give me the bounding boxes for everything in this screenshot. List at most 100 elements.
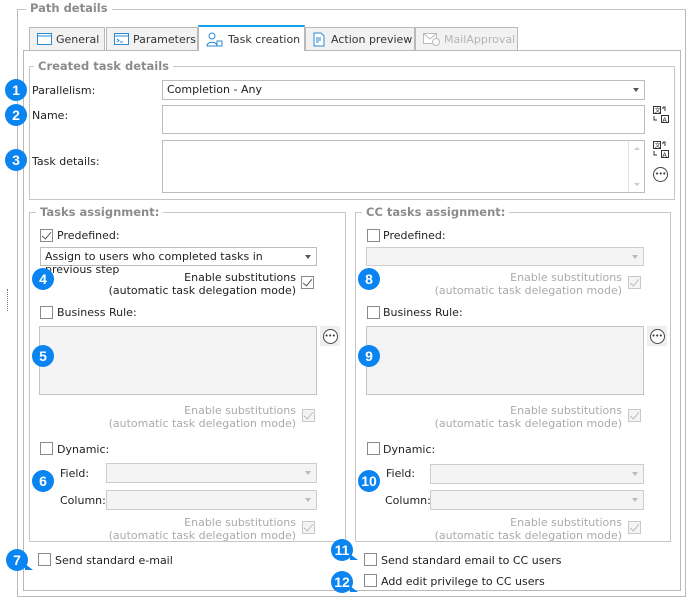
substitutions-line2: (automatic task delegation mode) <box>434 529 622 542</box>
tab-task-creation-label: Task creation <box>228 32 301 46</box>
substitutions-line1: Enable substitutions <box>510 516 622 529</box>
badge-7: 7 <box>6 549 33 571</box>
mail-check-icon <box>423 32 440 46</box>
svg-text:文: 文 <box>655 107 661 115</box>
cc-field-select[interactable] <box>430 464 644 484</box>
cc-enable-substitutions-label: Enable substitutions (automatic task del… <box>426 271 622 297</box>
business-rule-checkbox[interactable] <box>40 306 53 319</box>
tab-mailapproval[interactable]: MailApproval <box>415 27 518 50</box>
chevron-down-icon <box>305 471 311 475</box>
path-details-title: Path details <box>26 1 112 15</box>
cc-enable-substitutions-label: Enable substitutions (automatic task del… <box>426 516 622 542</box>
enable-substitutions-label: Enable substitutions (automatic task del… <box>100 271 296 297</box>
business-rule-label: Business Rule: <box>57 306 137 319</box>
field-select[interactable] <box>106 463 317 483</box>
cc-predefined-select[interactable] <box>366 247 644 266</box>
enable-substitutions-checkbox[interactable] <box>302 409 315 422</box>
scroll-down-icon[interactable] <box>634 183 640 186</box>
substitutions-line1: Enable substitutions <box>184 404 296 417</box>
substitutions-line1: Enable substitutions <box>510 404 622 417</box>
cc-dynamic-label: Dynamic: <box>383 443 436 456</box>
enable-substitutions-checkbox[interactable] <box>302 521 315 534</box>
scrollbar[interactable] <box>628 141 644 192</box>
cc-column-select[interactable] <box>430 490 644 510</box>
tab-mailapproval-label: MailApproval <box>444 32 516 46</box>
enable-substitutions-checkbox[interactable] <box>301 276 314 289</box>
chevron-down-icon <box>632 498 638 502</box>
add-edit-privilege-cc-checkbox[interactable] <box>364 574 377 587</box>
cc-field-label: Field: <box>386 467 416 480</box>
chevron-down-icon <box>633 88 639 92</box>
badge-8: 8 <box>358 268 380 290</box>
translate-icon[interactable]: 文 A <box>653 106 669 124</box>
send-standard-email-label: Send standard e-mail <box>55 554 173 567</box>
parallelism-select[interactable]: Completion - Any <box>162 80 645 100</box>
tab-parameters[interactable]: Parameters <box>106 27 198 50</box>
substitutions-line1: Enable substitutions <box>510 271 622 284</box>
tab-general[interactable]: General <box>29 27 105 50</box>
parallelism-value: Completion - Any <box>167 83 262 96</box>
cc-business-rule-checkbox[interactable] <box>367 306 380 319</box>
cc-predefined-label: Predefined: <box>383 229 446 242</box>
cc-business-rule-more-button[interactable]: ••• <box>647 326 667 346</box>
badge-11: 11 <box>331 539 358 561</box>
badge-2: 2 <box>5 104 27 126</box>
substitutions-line2: (automatic task delegation mode) <box>108 529 296 542</box>
more-options-icon: ••• <box>322 328 338 344</box>
cc-enable-substitutions-checkbox[interactable] <box>628 521 641 534</box>
substitutions-line2: (automatic task delegation mode) <box>434 284 622 297</box>
cc-business-rule-label: Business Rule: <box>383 306 463 319</box>
tab-task-creation[interactable]: Task creation <box>198 25 305 51</box>
badge-6: 6 <box>32 470 54 492</box>
badge-3: 3 <box>5 149 27 171</box>
translate-icon[interactable]: 文 A <box>653 141 669 159</box>
name-input[interactable] <box>162 105 645 134</box>
field-label: Field: <box>60 467 90 480</box>
tab-action-preview[interactable]: Action preview <box>305 27 415 50</box>
business-rule-editor[interactable] <box>39 326 317 395</box>
cc-enable-substitutions-checkbox[interactable] <box>628 409 641 422</box>
business-rule-more-button[interactable]: ••• <box>320 326 340 346</box>
substitutions-line1: Enable substitutions <box>184 271 296 284</box>
cc-dynamic-checkbox[interactable] <box>367 442 380 455</box>
users-task-icon <box>206 32 223 46</box>
svg-text:文: 文 <box>655 142 661 150</box>
dynamic-label: Dynamic: <box>57 443 110 456</box>
badge-12: 12 <box>331 571 358 593</box>
badge-10: 10 <box>358 470 380 492</box>
predefined-label: Predefined: <box>57 229 120 242</box>
more-options-icon[interactable]: ••• <box>653 167 668 182</box>
badge-5: 5 <box>32 345 54 367</box>
console-window-icon <box>114 33 129 45</box>
cc-enable-substitutions-label: Enable substitutions (automatic task del… <box>426 404 622 430</box>
task-details-textarea[interactable] <box>162 140 645 193</box>
splitter-handle[interactable] <box>7 289 8 311</box>
chevron-down-icon <box>305 498 311 502</box>
predefined-checkbox[interactable] <box>40 229 53 242</box>
dynamic-checkbox[interactable] <box>40 442 53 455</box>
column-select[interactable] <box>106 490 317 510</box>
enable-substitutions-label: Enable substitutions (automatic task del… <box>100 516 296 542</box>
cc-tasks-assignment-title: CC tasks assignment: <box>362 205 510 219</box>
badge-4: 4 <box>32 268 54 290</box>
parallelism-label: Parallelism: <box>32 84 96 97</box>
cc-predefined-checkbox[interactable] <box>367 229 380 242</box>
add-edit-privilege-cc-label: Add edit privilege to CC users <box>381 575 545 588</box>
tab-general-label: General <box>56 32 100 46</box>
more-options-icon: ••• <box>649 328 665 344</box>
chevron-down-icon <box>632 472 638 476</box>
send-email-cc-checkbox[interactable] <box>364 553 377 566</box>
substitutions-line2: (automatic task delegation mode) <box>108 417 296 430</box>
chevron-down-icon <box>305 255 311 259</box>
created-task-details-title: Created task details <box>34 59 173 73</box>
tab-action-preview-label: Action preview <box>331 32 413 46</box>
task-details-label: Task details: <box>32 155 100 168</box>
substitutions-line2: (automatic task delegation mode) <box>434 417 622 430</box>
cc-enable-substitutions-checkbox[interactable] <box>628 276 641 289</box>
send-standard-email-checkbox[interactable] <box>38 553 51 566</box>
predefined-select[interactable]: Assign to users who completed tasks in p… <box>40 247 317 276</box>
cc-business-rule-editor[interactable] <box>366 326 644 395</box>
scroll-up-icon[interactable] <box>634 147 640 150</box>
window-icon <box>37 33 52 45</box>
chevron-down-icon <box>632 255 638 259</box>
